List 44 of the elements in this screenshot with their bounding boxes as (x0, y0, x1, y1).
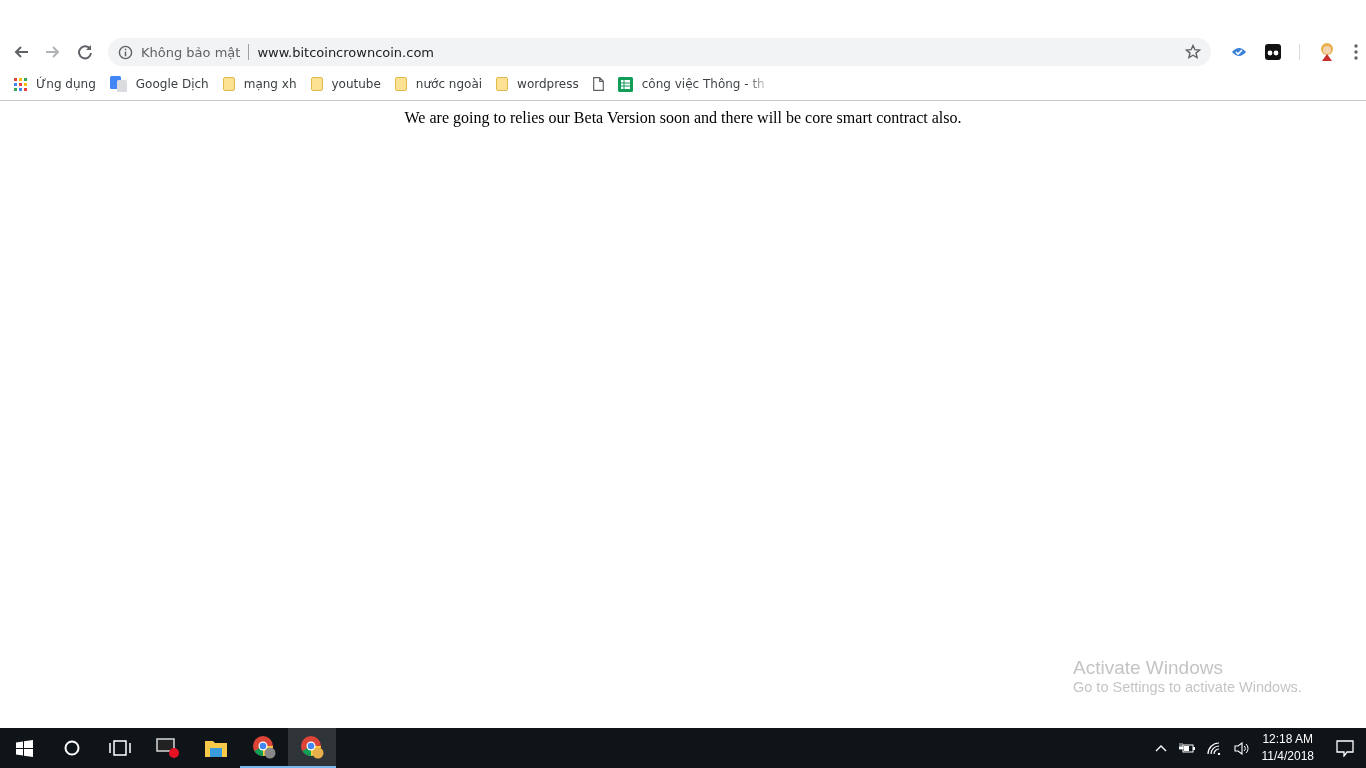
url-text: www.bitcoincrowncoin.com (257, 44, 434, 60)
bookmark[interactable]: mạng xh (222, 77, 297, 91)
notification-icon[interactable] (1336, 739, 1354, 757)
folder-icon (310, 77, 323, 91)
page-icon (592, 77, 604, 91)
task-view-icon (109, 740, 131, 756)
clock[interactable]: 12:18 AM 11/4/2018 (1261, 731, 1314, 765)
circle-icon (64, 740, 80, 756)
translate-icon (109, 76, 127, 92)
address-bar[interactable]: Không bảo mật www.bitcoincrowncoin.com (108, 38, 1211, 66)
spreadsheet-icon (617, 76, 633, 92)
chrome-icon (300, 735, 324, 759)
folder-icon (205, 739, 227, 757)
screen-recorder-icon (156, 737, 180, 759)
reload-icon (77, 44, 93, 60)
extension-icon[interactable] (1265, 44, 1281, 60)
folder-icon (496, 77, 509, 91)
taskbar-app[interactable] (288, 728, 336, 768)
activation-title: Activate Windows (1073, 657, 1224, 679)
folder-icon (394, 77, 407, 91)
info-icon (118, 44, 133, 60)
windows-logo-icon (15, 739, 33, 757)
wifi-icon[interactable] (1206, 741, 1222, 755)
forward-arrow-icon (45, 44, 61, 60)
folder-icon (222, 77, 235, 91)
apps-grid-icon (14, 77, 27, 91)
speaker-icon[interactable] (1233, 741, 1250, 755)
chrome-icon (252, 735, 276, 759)
bookmark[interactable]: Google Dịch (109, 76, 209, 92)
caret-up-icon[interactable] (1154, 744, 1167, 752)
menu-icon[interactable] (1354, 44, 1358, 60)
battery-icon[interactable] (1178, 742, 1195, 754)
bookmark[interactable]: nước ngoài (394, 77, 483, 91)
star-icon[interactable] (1185, 44, 1201, 60)
avatar-icon[interactable] (1318, 42, 1336, 62)
bookmark[interactable] (592, 77, 604, 91)
security-label: Không bảo mật (141, 44, 241, 60)
check-eye-icon[interactable] (1231, 46, 1247, 58)
page-message: We are going to relies our Beta Version soon and there will be core smart contract also. (404, 109, 962, 127)
back-arrow-icon (13, 44, 29, 60)
activation-hint: Go to Settings to activate Windows. (1073, 679, 1302, 695)
bookmark[interactable]: wordpress (496, 77, 579, 91)
bookmark[interactable]: Ứng dụng (14, 77, 96, 91)
bookmark[interactable]: youtube (310, 77, 381, 91)
